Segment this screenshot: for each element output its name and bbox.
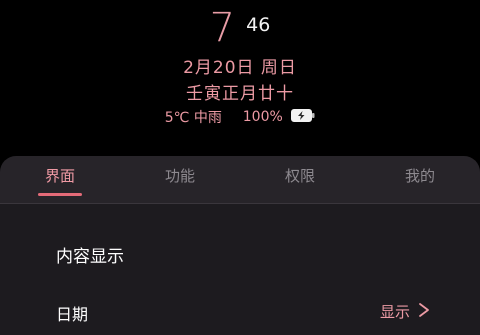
settings-sheet: 界面 功能 权限 我的 内容显示 日期 显示	[0, 156, 480, 335]
battery-percent: 100%	[242, 109, 283, 125]
date-display-row[interactable]: 日期 显示	[0, 296, 480, 330]
tab-bar: 界面 功能 权限 我的	[0, 156, 480, 204]
row-value: 显示	[379, 303, 410, 321]
section-title: 内容显示	[56, 247, 124, 267]
tab-mine[interactable]: 我的	[385, 165, 455, 186]
row-label: 日期	[56, 305, 89, 324]
interface-settings-panel: 内容显示 日期 显示	[0, 204, 480, 335]
date-text: 2月20日 周日	[183, 58, 297, 78]
tab-interface[interactable]: 界面	[25, 165, 95, 186]
active-tab-indicator	[38, 193, 82, 196]
battery-charging-icon	[291, 108, 315, 126]
clock-minute: 46	[246, 14, 271, 36]
tab-permissions[interactable]: 权限	[265, 165, 335, 186]
chevron-right-icon	[418, 302, 430, 322]
lunar-date-text: 壬寅正月廿十	[186, 84, 294, 104]
tab-function[interactable]: 功能	[145, 165, 215, 186]
clock-hour: 7	[209, 5, 236, 51]
weather-text: 5℃ 中雨	[164, 110, 222, 126]
lockscreen-preview: 7 46 2月20日 周日 壬寅正月廿十 5℃ 中雨 100%	[0, 0, 480, 156]
clock: 7 46	[0, 8, 480, 48]
status-line: 5℃ 中雨 100%	[0, 107, 480, 127]
